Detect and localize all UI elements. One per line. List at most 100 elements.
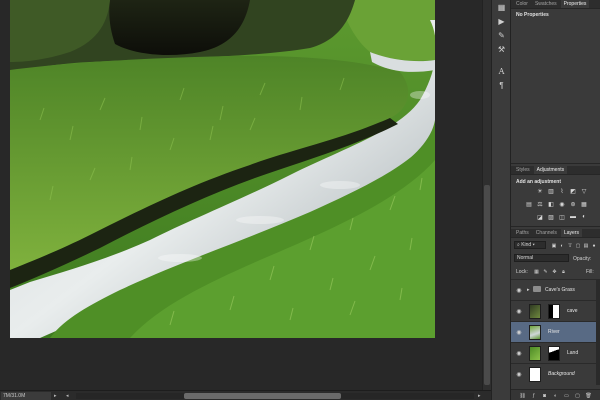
filter-adjustment-icon[interactable]: ◐ xyxy=(559,243,565,249)
visibility-eye-icon[interactable]: ◉ xyxy=(515,308,523,315)
landscape-image xyxy=(10,0,435,338)
tab-adjustments[interactable]: Adjustments xyxy=(533,166,568,174)
layer-mask-thumbnail[interactable] xyxy=(548,304,560,319)
collapsed-panel-strip: ▦ ▶ ✎ ⚒ A ¶ xyxy=(491,0,511,400)
color-lookup-icon[interactable]: ▦ xyxy=(580,200,588,208)
fill-label: Fill: xyxy=(586,269,594,275)
layer-thumbnail xyxy=(529,304,541,319)
tab-properties[interactable]: Properties xyxy=(560,0,590,8)
layer-name[interactable]: Cave's Grass xyxy=(545,287,575,293)
layer-name[interactable]: cave xyxy=(567,308,578,314)
filter-kind-label: Kind xyxy=(521,242,532,248)
lock-all-icon[interactable]: 🔒︎ xyxy=(560,268,567,275)
tab-styles[interactable]: Styles xyxy=(513,166,533,174)
scroll-right-icon[interactable]: ▸ xyxy=(478,392,484,400)
delete-layer-icon[interactable]: 🗑︎ xyxy=(585,392,592,399)
layer-filter-kind-select[interactable]: ⌕ Kind ▾ xyxy=(514,241,546,249)
vibrance-icon[interactable]: ▽ xyxy=(580,187,588,195)
new-layer-icon[interactable]: ▢ xyxy=(574,392,581,399)
canvas-area[interactable] xyxy=(0,0,482,390)
tab-color[interactable]: Color xyxy=(513,0,531,8)
expand-group-chevron-icon[interactable]: ▸ xyxy=(527,287,530,293)
scroll-left-icon[interactable]: ◂ xyxy=(66,392,72,400)
document-size-readout[interactable]: 7M/31.0M xyxy=(1,392,51,400)
new-group-icon[interactable]: ▭ xyxy=(563,392,570,399)
vertical-scrollbar[interactable] xyxy=(482,0,491,390)
layer-thumbnail xyxy=(529,325,541,340)
threshold-icon[interactable]: ◫ xyxy=(558,213,566,221)
visibility-eye-icon[interactable]: ◉ xyxy=(515,287,523,294)
tool-presets-icon[interactable]: ⚒ xyxy=(495,44,508,55)
no-properties-message: No Properties xyxy=(516,12,549,18)
tab-paths[interactable]: Paths xyxy=(513,229,532,237)
status-bar: 7M/31.0M ▸ ◂ ▸ xyxy=(0,390,491,400)
layer-row[interactable]: ◉ ▸ Cave's Grass xyxy=(511,279,600,300)
layer-row[interactable]: ◉ Background xyxy=(511,363,600,384)
lock-image-icon[interactable]: ✎ xyxy=(542,268,549,275)
layer-style-icon[interactable]: ƒ xyxy=(530,392,537,399)
blend-mode-select[interactable]: Normal xyxy=(514,254,569,262)
black-white-icon[interactable]: ◧ xyxy=(547,200,555,208)
filter-type-icon[interactable]: T xyxy=(567,243,573,249)
levels-icon[interactable]: ▥ xyxy=(547,187,555,195)
status-menu-icon[interactable]: ▸ xyxy=(54,392,60,400)
layers-tab-bar: Paths Channels Layers xyxy=(511,229,600,238)
gradient-map-icon[interactable]: ▬ xyxy=(569,213,577,221)
tab-swatches[interactable]: Swatches xyxy=(531,0,560,8)
visibility-eye-icon[interactable]: ◉ xyxy=(515,350,523,357)
panel-divider[interactable] xyxy=(511,163,600,164)
layers-footer-toolbar: ⛓ ƒ ◙ ◐ ▭ ▢ 🗑︎ xyxy=(511,389,600,400)
brightness-contrast-icon[interactable]: ☀ xyxy=(536,187,544,195)
photo-filter-icon[interactable]: ◉ xyxy=(558,200,566,208)
layer-name[interactable]: Background xyxy=(548,371,575,377)
lock-position-icon[interactable]: ✥ xyxy=(551,268,558,275)
layer-name[interactable]: River xyxy=(548,329,560,335)
tab-layers[interactable]: Layers xyxy=(560,229,582,237)
lock-transparent-icon[interactable]: ▦ xyxy=(533,268,540,275)
tab-channels[interactable]: Channels xyxy=(532,229,560,237)
layer-thumbnail xyxy=(529,367,541,382)
layer-row-selected[interactable]: ◉ River xyxy=(511,321,600,342)
channel-mixer-icon[interactable]: ⊛ xyxy=(569,200,577,208)
panel-divider[interactable] xyxy=(511,226,600,227)
search-icon: ⌕ xyxy=(517,242,520,248)
paragraph-icon[interactable]: ¶ xyxy=(495,80,508,91)
posterize-icon[interactable]: ▨ xyxy=(547,213,555,221)
brush-presets-icon[interactable]: ✎ xyxy=(495,30,508,41)
layer-row[interactable]: ◉ cave xyxy=(511,300,600,321)
layers-panel: ⌕ Kind ▾ ▣ ◐ T ▢ ▤ ● Normal Opacity: Loc… xyxy=(511,238,600,390)
character-icon[interactable]: A xyxy=(495,66,508,77)
hue-saturation-icon[interactable]: ▤ xyxy=(525,200,533,208)
visibility-eye-icon[interactable]: ◉ xyxy=(515,329,523,336)
filter-smart-object-icon[interactable]: ▤ xyxy=(583,243,589,249)
layer-thumbnail xyxy=(529,346,541,361)
history-icon[interactable]: ▦ xyxy=(495,2,508,13)
layer-name[interactable]: Land xyxy=(567,350,578,356)
layers-scrollbar[interactable] xyxy=(596,279,600,385)
chevron-down-icon: ▾ xyxy=(532,242,535,248)
properties-panel: No Properties xyxy=(511,9,600,163)
visibility-eye-icon[interactable]: ◉ xyxy=(515,371,523,378)
adjustments-panel: Add an adjustment ☀ ▥ ⌇ ◩ ▽ ▤ ⚖ ◧ ◉ ⊛ ▦ … xyxy=(511,175,600,227)
document-canvas[interactable] xyxy=(10,0,435,338)
vertical-scroll-thumb[interactable] xyxy=(484,185,490,385)
filter-toggle-icon[interactable]: ● xyxy=(591,243,597,249)
layer-mask-thumbnail[interactable] xyxy=(548,346,560,361)
folder-icon xyxy=(533,286,541,292)
add-mask-icon[interactable]: ◙ xyxy=(541,392,548,399)
exposure-icon[interactable]: ◩ xyxy=(569,187,577,195)
invert-icon[interactable]: ◪ xyxy=(536,213,544,221)
blend-mode-value: Normal xyxy=(517,255,534,261)
selective-color-icon[interactable]: ◐ xyxy=(580,213,588,221)
layer-row[interactable]: ◉ Land xyxy=(511,342,600,363)
curves-icon[interactable]: ⌇ xyxy=(558,187,566,195)
horizontal-scroll-thumb[interactable] xyxy=(184,393,341,399)
link-layers-icon[interactable]: ⛓ xyxy=(519,392,526,399)
right-panel-dock: Color Swatches Properties No Properties … xyxy=(511,0,600,400)
filter-pixel-icon[interactable]: ▣ xyxy=(551,243,557,249)
horizontal-scrollbar[interactable] xyxy=(76,393,474,399)
color-balance-icon[interactable]: ⚖ xyxy=(536,200,544,208)
filter-shape-icon[interactable]: ▢ xyxy=(575,243,581,249)
play-action-icon[interactable]: ▶ xyxy=(495,16,508,27)
adjustment-layer-icon[interactable]: ◐ xyxy=(552,392,559,399)
